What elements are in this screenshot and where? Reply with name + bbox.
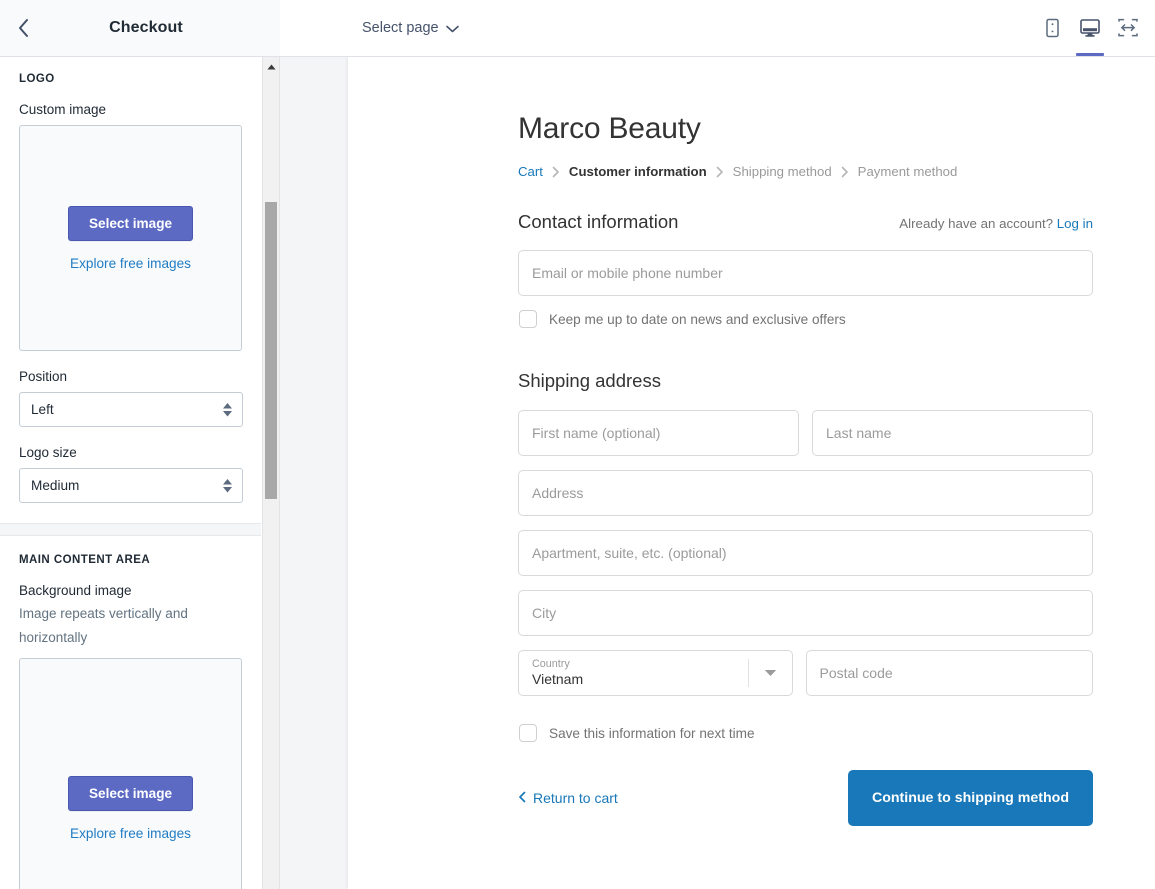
background-image-help-text: Image repeats vertically and horizontall…: [19, 602, 242, 649]
country-postal-row: Country Vietnam Postal code: [518, 650, 1093, 710]
logo-image-dropzone[interactable]: Select image Explore free images: [19, 125, 242, 351]
breadcrumb-item-cart[interactable]: Cart: [518, 164, 543, 179]
device-button-desktop[interactable]: [1071, 0, 1109, 56]
mobile-device-icon: [1041, 16, 1063, 40]
device-button-mobile[interactable]: [1033, 0, 1071, 56]
contact-information-header: Contact information Already have an acco…: [518, 211, 1093, 233]
checkout-editor-app: Checkout Select page: [0, 0, 1155, 889]
checkout-page: Marco Beauty Cart Customer information S…: [348, 57, 1155, 889]
full-width-icon: [1116, 17, 1140, 39]
shop-name: Marco Beauty: [518, 112, 1093, 146]
save-information-optin[interactable]: Save this information for next time: [519, 724, 1093, 742]
chevron-right-icon: [841, 166, 849, 178]
page-select-label: Select page: [362, 20, 439, 36]
breadcrumb-item-customer-information: Customer information: [569, 164, 707, 179]
newsletter-optin[interactable]: Keep me up to date on news and exclusive…: [519, 310, 1093, 328]
sidebar-section-main-content-area: MAIN CONTENT AREA Background image Image…: [0, 536, 261, 889]
checkout-content: Marco Beauty Cart Customer information S…: [348, 112, 1155, 826]
custom-image-label: Custom image: [19, 102, 242, 117]
log-in-link[interactable]: Log in: [1057, 216, 1093, 231]
logo-size-select-wrap: Medium: [19, 468, 242, 503]
sidebar-section-divider: [0, 523, 261, 536]
chevron-right-icon: [716, 166, 724, 178]
explore-free-images-link-background[interactable]: Explore free images: [70, 826, 191, 841]
country-select-label: Country: [532, 658, 583, 671]
sidebar-section-logo: LOGO Custom image Select image Explore f…: [0, 57, 261, 523]
name-row: First name (optional) Last name: [518, 410, 1093, 470]
sidebar-scrollbar[interactable]: [262, 57, 279, 889]
logo-size-select-value: Medium: [31, 478, 79, 493]
chevron-down-icon: [748, 659, 792, 687]
top-bar-left: Checkout: [0, 0, 280, 56]
chevron-right-icon: [552, 166, 560, 178]
section-heading-logo: LOGO: [19, 73, 242, 85]
postal-code-field[interactable]: Postal code: [806, 650, 1094, 696]
breadcrumb-item-shipping-method: Shipping method: [733, 164, 832, 179]
first-name-field[interactable]: First name (optional): [518, 410, 799, 456]
desktop-device-icon: [1078, 16, 1102, 40]
chevron-left-icon: [518, 790, 526, 806]
explore-free-images-link-logo[interactable]: Explore free images: [70, 256, 191, 271]
logo-size-label: Logo size: [19, 445, 242, 460]
field-position: Position Left: [19, 369, 242, 427]
select-image-button-logo[interactable]: Select image: [68, 206, 193, 241]
continue-to-shipping-method-button[interactable]: Continue to shipping method: [848, 770, 1093, 826]
country-select-value: Vietnam: [532, 671, 583, 688]
country-select[interactable]: Country Vietnam: [518, 650, 793, 696]
checkout-actions: Return to cart Continue to shipping meth…: [518, 770, 1093, 826]
breadcrumb-item-payment-method: Payment method: [858, 164, 958, 179]
sidebar-scroll-content: LOGO Custom image Select image Explore f…: [0, 57, 279, 889]
return-to-cart-label: Return to cart: [533, 790, 618, 806]
scroll-up-button[interactable]: [263, 57, 279, 74]
page-select-dropdown[interactable]: Select page: [358, 13, 463, 43]
position-select-value: Left: [31, 402, 54, 417]
background-image-dropzone[interactable]: Select image Explore free images: [19, 658, 242, 889]
breadcrumb: Cart Customer information Shipping metho…: [518, 164, 1093, 179]
return-to-cart-link[interactable]: Return to cart: [518, 790, 618, 806]
scroll-up-arrow-icon: [267, 57, 276, 75]
position-select[interactable]: Left: [19, 392, 243, 427]
email-field[interactable]: Email or mobile phone number: [518, 250, 1093, 296]
top-bar: Checkout Select page: [0, 0, 1155, 57]
top-bar-main: Select page: [280, 0, 1155, 56]
newsletter-checkbox[interactable]: [519, 310, 537, 328]
contact-information-title: Contact information: [518, 211, 678, 233]
apartment-field[interactable]: Apartment, suite, etc. (optional): [518, 530, 1093, 576]
page-title: Checkout: [12, 19, 280, 37]
settings-sidebar: LOGO Custom image Select image Explore f…: [0, 57, 280, 889]
chevron-down-icon: [446, 21, 459, 37]
section-heading-main-content-area: MAIN CONTENT AREA: [19, 554, 242, 566]
newsletter-label: Keep me up to date on news and exclusive…: [549, 312, 846, 327]
last-name-field[interactable]: Last name: [812, 410, 1093, 456]
background-image-label: Background image: [19, 583, 242, 598]
country-select-text: Country Vietnam: [532, 658, 583, 687]
account-prompt: Already have an account? Log in: [899, 216, 1093, 231]
editor-body: LOGO Custom image Select image Explore f…: [0, 57, 1155, 889]
scrollbar-thumb[interactable]: [265, 202, 277, 499]
checkout-preview-area: Marco Beauty Cart Customer information S…: [280, 57, 1155, 889]
city-field[interactable]: City: [518, 590, 1093, 636]
logo-size-select[interactable]: Medium: [19, 468, 243, 503]
account-prompt-text: Already have an account?: [899, 216, 1053, 231]
position-label: Position: [19, 369, 242, 384]
device-preview-switcher: [1033, 0, 1147, 56]
save-information-checkbox[interactable]: [519, 724, 537, 742]
position-select-wrap: Left: [19, 392, 242, 427]
select-image-button-background[interactable]: Select image: [68, 776, 193, 811]
field-logo-size: Logo size Medium: [19, 445, 242, 503]
shipping-address-title: Shipping address: [518, 370, 1093, 392]
save-information-label: Save this information for next time: [549, 726, 755, 741]
device-button-full-width[interactable]: [1109, 0, 1147, 56]
address-field[interactable]: Address: [518, 470, 1093, 516]
